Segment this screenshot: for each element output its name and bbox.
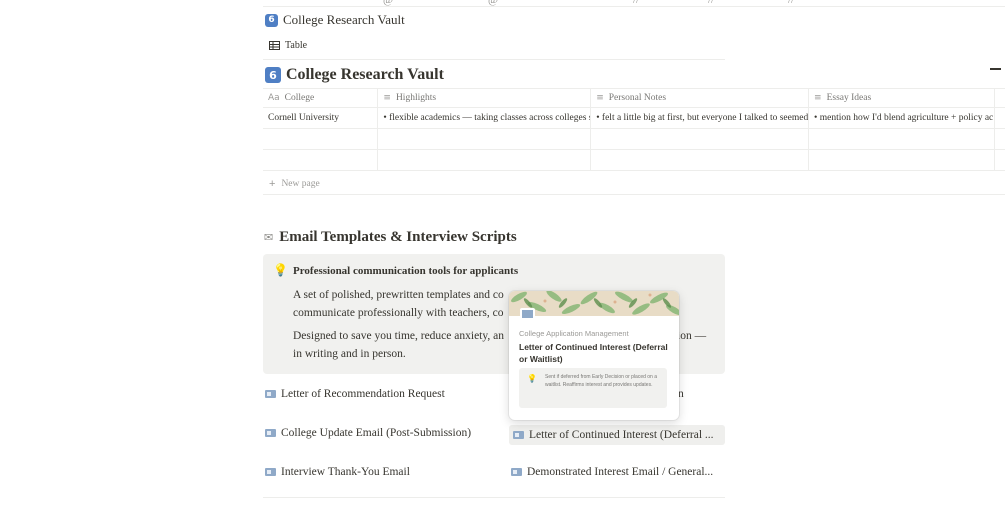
column-header-highlights[interactable]: ≡ Highlights <box>378 89 592 107</box>
linked-database-title-text: College Research Vault <box>283 12 405 27</box>
page-icon <box>513 431 524 439</box>
column-header-label: Highlights <box>395 93 437 103</box>
section-heading: ✉ Email Templates & Interview Scripts <box>264 229 517 246</box>
page-link-label: Letter of Continued Interest (Deferral .… <box>529 429 714 441</box>
database-table: Aa College ≡ Highlights ≡ Personal Notes… <box>263 88 1005 171</box>
page-link-label: Letter of Recommendation Request <box>281 388 445 400</box>
page-icon <box>265 429 276 437</box>
table-cell-college[interactable] <box>263 150 379 170</box>
preview-description: Sent if deferred from Early Decision or … <box>545 374 657 388</box>
divider <box>263 497 725 498</box>
callout-text-fragment: Designed to save you time, reduce anxiet… <box>293 330 504 342</box>
page-link-label: Demonstrated Interest Email / General... <box>527 466 714 478</box>
title-property-icon: Aa <box>268 93 280 103</box>
page-link-demonstrated-interest[interactable]: Demonstrated Interest Email / General... <box>511 466 713 478</box>
cutoff-fragment: // <box>633 0 640 6</box>
text-property-icon: ≡ <box>596 93 604 103</box>
column-spacer <box>995 108 1005 128</box>
linked-database-title[interactable]: 6 College Research Vault <box>265 12 405 28</box>
table-cell-notes[interactable] <box>591 150 810 170</box>
section-heading-text: Email Templates & Interview Scripts <box>279 229 517 245</box>
cutoff-fragment: @ <box>488 0 499 6</box>
column-header-personal-notes[interactable]: ≡ Personal Notes <box>591 89 810 107</box>
cutoff-fragment: // <box>788 0 795 6</box>
table-header-row: Aa College ≡ Highlights ≡ Personal Notes… <box>263 88 1005 108</box>
page-preview-card[interactable]: College Application Management Letter of… <box>509 291 679 420</box>
column-header-label: Essay Ideas <box>826 93 872 103</box>
table-cell-highlights[interactable]: • flexible academics — taking classes ac… <box>378 108 592 128</box>
divider <box>263 194 1005 195</box>
page-link-label: College Update Email (Post-Submission) <box>281 427 472 439</box>
database-title[interactable]: 6 College Research Vault <box>265 66 444 84</box>
table-cell-highlights[interactable] <box>378 150 592 170</box>
database-title-text: College Research Vault <box>286 66 444 83</box>
new-page-button[interactable]: + New page <box>269 178 320 190</box>
scroll-indicator <box>990 68 1001 70</box>
column-header-label: Personal Notes <box>608 93 667 103</box>
envelope-icon: ✉ <box>264 231 274 244</box>
breadcrumb: College Application Management <box>519 329 629 338</box>
table-row[interactable] <box>263 129 1005 150</box>
preview-callout: 💡 Sent if deferred from Early Decision o… <box>519 368 667 408</box>
column-header-label: College <box>284 93 315 103</box>
preview-title: Letter of Continued Interest (Deferral o… <box>519 342 668 364</box>
number-six-icon: 6 <box>265 67 281 83</box>
text-property-icon: ≡ <box>383 93 391 103</box>
top-cutoff-row: @ @ // // // <box>263 0 1005 7</box>
page-link-recommendation-request[interactable]: Letter of Recommendation Request <box>265 388 445 400</box>
column-header-college[interactable]: Aa College <box>263 89 379 107</box>
table-cell-college[interactable]: Cornell University <box>263 108 379 128</box>
column-spacer <box>995 129 1005 149</box>
page-icon <box>520 308 535 320</box>
page-link-label: Interview Thank-You Email <box>281 466 410 478</box>
table-row[interactable] <box>263 150 1005 171</box>
table-cell-highlights[interactable] <box>378 129 592 149</box>
table-cell-college[interactable] <box>263 129 379 149</box>
table-cell-essay[interactable] <box>809 150 995 170</box>
column-spacer <box>995 150 1005 170</box>
view-tab-label: Table <box>285 40 308 51</box>
table-icon <box>269 41 280 50</box>
new-page-label: New page <box>281 179 320 189</box>
column-spacer <box>995 89 1005 107</box>
page-link-interview-thank-you[interactable]: Interview Thank-You Email <box>265 466 410 478</box>
page-icon <box>265 468 276 476</box>
page-icon <box>265 390 276 398</box>
view-tab-table[interactable]: Table <box>269 40 307 51</box>
callout-title: Professional communication tools for app… <box>293 265 519 277</box>
plus-icon: + <box>269 178 276 190</box>
table-cell-notes[interactable] <box>591 129 810 149</box>
lightbulb-icon: 💡 <box>527 374 537 383</box>
page-link-college-update-email[interactable]: College Update Email (Post-Submission) <box>265 427 471 439</box>
callout-text-fragment: ion — <box>677 330 707 342</box>
table-cell-notes[interactable]: • felt a little big at first, but everyo… <box>591 108 810 128</box>
cutoff-fragment: @ <box>383 0 394 6</box>
column-header-essay-ideas[interactable]: ≡ Essay Ideas <box>809 89 995 107</box>
page-link-continued-interest[interactable]: Letter of Continued Interest (Deferral .… <box>509 425 725 445</box>
text-property-icon: ≡ <box>814 93 822 103</box>
lightbulb-icon: 💡 <box>273 263 288 277</box>
table-cell-essay[interactable] <box>809 129 995 149</box>
table-row[interactable]: Cornell University • flexible academics … <box>263 108 1005 129</box>
number-six-icon: 6 <box>265 13 278 27</box>
cutoff-fragment: // <box>708 0 715 6</box>
table-cell-essay[interactable]: • mention how I'd blend agriculture + po… <box>809 108 995 128</box>
page-icon <box>511 468 522 476</box>
divider <box>263 59 725 60</box>
